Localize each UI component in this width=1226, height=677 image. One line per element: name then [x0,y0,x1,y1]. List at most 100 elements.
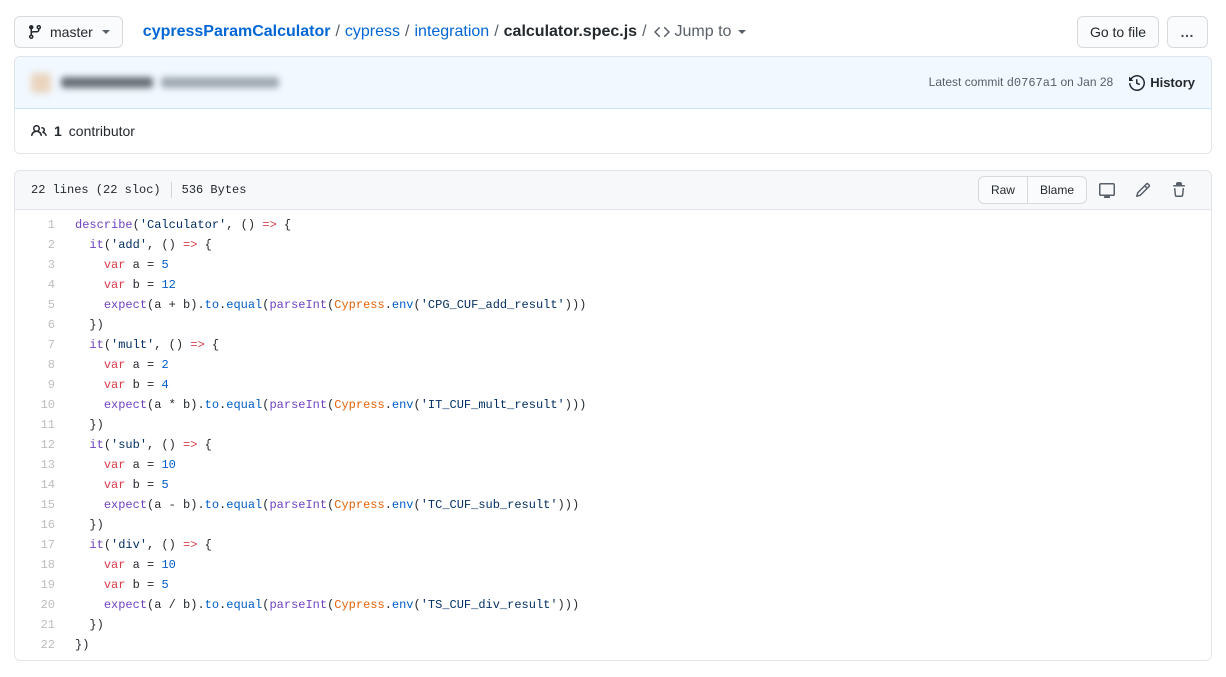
breadcrumb: cypressParamCalculator / cypress / integ… [143,20,747,44]
line-number[interactable]: 21 [15,615,65,635]
delete-file-button[interactable] [1163,176,1195,204]
line-content: expect(a / b).to.equal(parseInt(Cypress.… [65,595,1211,615]
line-content: var b = 12 [65,275,1211,295]
code-token: env [392,298,414,312]
code-token: Cypress [334,498,384,512]
history-link[interactable]: History [1129,75,1195,91]
line-number[interactable]: 1 [15,210,65,235]
raw-button[interactable]: Raw [978,176,1027,204]
code-token: to [205,398,219,412]
code-token: }) [75,518,104,532]
code-token: , () [147,538,183,552]
code-token: equal [226,298,262,312]
line-number[interactable]: 2 [15,235,65,255]
code-token [75,338,89,352]
line-number[interactable]: 8 [15,355,65,375]
contributors-link[interactable]: 1 contributor [31,123,135,139]
code-token: }) [75,638,89,652]
line-number[interactable]: 14 [15,475,65,495]
edit-file-button[interactable] [1127,176,1159,204]
file-size-label: 536 Bytes [182,183,247,197]
code-token: 5 [161,258,168,272]
commit-author-link[interactable] [61,77,153,88]
line-number[interactable]: 20 [15,595,65,615]
code-token: => [183,238,197,252]
line-number[interactable]: 16 [15,515,65,535]
branch-selector-button[interactable]: master [14,16,123,48]
contributors-row: 1 contributor [15,109,1211,153]
line-number[interactable]: 7 [15,335,65,355]
breadcrumb-dir-cypress[interactable]: cypress [345,20,400,44]
breadcrumb-separator: / [642,20,646,44]
code-token: (a + b). [147,298,205,312]
commit-meta: Latest commit d0767a1 on Jan 28 History [929,75,1195,91]
line-number[interactable]: 22 [15,635,65,660]
code-line: 15 expect(a - b).to.equal(parseInt(Cypre… [15,495,1211,515]
line-content: it('add', () => { [65,235,1211,255]
line-number[interactable]: 19 [15,575,65,595]
line-content: var a = 5 [65,255,1211,275]
code-token: { [277,218,291,232]
line-content: expect(a * b).to.equal(parseInt(Cypress.… [65,395,1211,415]
commit-message-link[interactable] [161,77,279,88]
code-token: => [190,338,204,352]
blame-button[interactable]: Blame [1027,176,1087,204]
code-token: var [104,278,126,292]
code-line: 7 it('mult', () => { [15,335,1211,355]
code-token: . [385,298,392,312]
line-number[interactable]: 12 [15,435,65,455]
line-number[interactable]: 9 [15,375,65,395]
code-token: { [205,338,219,352]
line-content: it('sub', () => { [65,435,1211,455]
line-number[interactable]: 18 [15,555,65,575]
line-content: var b = 5 [65,475,1211,495]
code-token: { [197,438,211,452]
open-in-desktop-button[interactable] [1091,176,1123,204]
code-token: var [104,358,126,372]
more-options-button[interactable]: … [1167,16,1208,48]
line-content: var a = 10 [65,455,1211,475]
line-content: }) [65,615,1211,635]
code-token: 'TS_CUF_div_result' [421,598,558,612]
line-number[interactable]: 10 [15,395,65,415]
line-number[interactable]: 15 [15,495,65,515]
latest-commit-box: Latest commit d0767a1 on Jan 28 History [14,56,1212,154]
line-number[interactable]: 17 [15,535,65,555]
breadcrumb-repo-link[interactable]: cypressParamCalculator [143,20,331,44]
jump-to-label: Jump to [675,20,732,44]
code-token [75,538,89,552]
breadcrumb-dir-integration[interactable]: integration [414,20,489,44]
code-line: 14 var b = 5 [15,475,1211,495]
code-token: equal [226,398,262,412]
line-number[interactable]: 3 [15,255,65,275]
code-token: , () [154,338,190,352]
code-token: 'div' [111,538,147,552]
code-token: ( [414,298,421,312]
code-token: describe [75,218,133,232]
line-number[interactable]: 4 [15,275,65,295]
code-token: 'CPG_CUF_add_result' [421,298,565,312]
line-number[interactable]: 13 [15,455,65,475]
line-number[interactable]: 5 [15,295,65,315]
avatar[interactable] [31,73,51,93]
code-token: => [183,438,197,452]
line-number[interactable]: 11 [15,415,65,435]
code-token [75,438,89,452]
code-token: ( [414,398,421,412]
code-token: to [205,498,219,512]
line-number[interactable]: 6 [15,315,65,335]
code-token [75,278,104,292]
branch-name-label: master [50,22,93,42]
code-token: { [197,538,211,552]
code-token: b = [125,478,161,492]
code-token: expect [104,598,147,612]
jump-to-button[interactable]: Jump to [654,20,747,44]
code-line: 11 }) [15,415,1211,435]
code-token: => [183,538,197,552]
code-token: Cypress [334,598,384,612]
breadcrumb-separator: / [405,20,409,44]
code-token: to [205,598,219,612]
go-to-file-button[interactable]: Go to file [1077,16,1159,48]
commit-sha-link[interactable]: d0767a1 [1007,76,1057,90]
code-token: ( [104,238,111,252]
